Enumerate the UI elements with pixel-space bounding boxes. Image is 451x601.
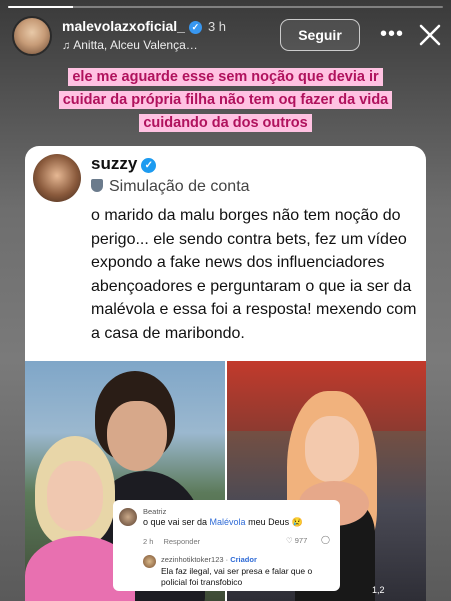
verified-icon: ✓ xyxy=(141,158,157,173)
comment-time: 2 h xyxy=(143,537,154,546)
simulation-text: Simulação de conta xyxy=(109,178,250,195)
commenter-avatar xyxy=(119,508,137,526)
caption-line-2: cuidar da própria filha não tem oq fazer… xyxy=(58,91,393,109)
tweet-text: o marido da malu borges não tem noção do… xyxy=(91,207,417,342)
heart-icon: ♡ xyxy=(286,536,293,545)
story-progress-bar xyxy=(8,6,443,8)
reply-button: Responder xyxy=(163,537,201,546)
verified-icon: ✓ xyxy=(188,21,202,34)
comment-likes: ♡ 977 xyxy=(286,536,307,545)
comment-text-part: o que vai ser da xyxy=(143,517,210,527)
tweet-avatar xyxy=(33,154,81,202)
caption-line-3: cuidando da dos outros xyxy=(139,114,312,132)
music-note-icon: ♫ xyxy=(62,40,71,52)
like-count: 977 xyxy=(294,536,308,545)
tweet-author: suzzy ✓ xyxy=(91,154,157,174)
close-icon[interactable] xyxy=(417,22,443,48)
story-caption: ele me aguarde esse sem noção que devia … xyxy=(10,66,441,135)
corner-text: 1,2 xyxy=(372,585,385,595)
simulation-label: Simulação de conta xyxy=(91,178,250,196)
username-row[interactable]: malevolazxoficial_ ✓ 3 h xyxy=(62,18,226,34)
story-header: malevolazxoficial_ ✓ 3 h ♫ Anitta, Alceu Va… xyxy=(12,14,441,58)
creator-badge: Criador xyxy=(230,555,257,564)
comment-overlay: Beatriz o que vai ser da Malévola meu De… xyxy=(113,500,340,591)
story-progress-fill xyxy=(8,6,74,8)
creator-avatar xyxy=(143,555,156,568)
comment-username: Beatriz xyxy=(143,507,167,516)
reply-username: zezinhotiktoker123 · Criador xyxy=(161,555,257,564)
follow-button[interactable]: Seguir xyxy=(280,19,360,51)
tweet-author-name: suzzy xyxy=(91,154,138,173)
reply-username-text: zezinhotiktoker123 xyxy=(161,555,224,564)
avatar[interactable] xyxy=(12,16,52,56)
music-label: Anitta, Alceu Valença… xyxy=(73,38,198,52)
comment-bubble-icon: ◯ xyxy=(321,535,330,544)
comment-text: o que vai ser da Malévola meu Deus 😢 xyxy=(143,517,303,528)
more-options-icon[interactable]: ••• xyxy=(380,24,404,44)
shield-icon xyxy=(91,179,103,192)
comment-mention: Malévola xyxy=(209,517,246,527)
comment-meta: 2 h Responder xyxy=(143,537,200,546)
reply-text: Ela faz ilegal, vai ser presa e falar qu… xyxy=(161,566,313,587)
post-time: 3 h xyxy=(207,19,227,34)
comment-text-part: meu Deus 😢 xyxy=(245,517,303,527)
music-info[interactable]: ♫ Anitta, Alceu Valença… xyxy=(62,38,252,52)
caption-line-1: ele me aguarde esse sem noção que devia … xyxy=(68,68,383,86)
username[interactable]: malevolazxoficial_ xyxy=(62,18,185,34)
